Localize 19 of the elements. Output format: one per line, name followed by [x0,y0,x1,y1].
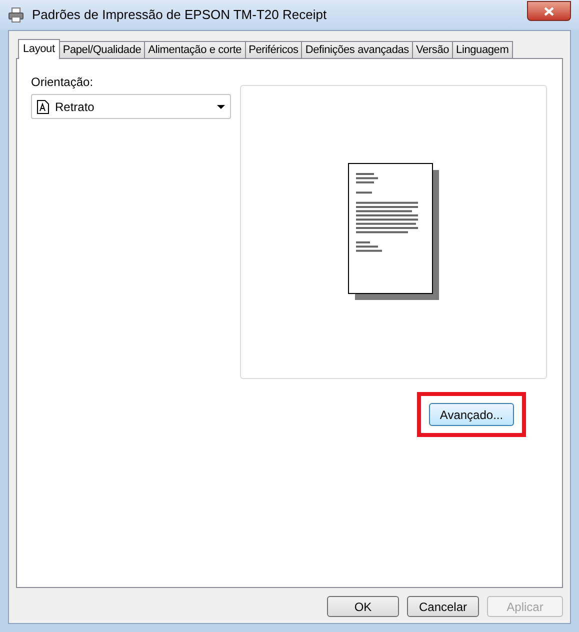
dialog-button[interactable]: OK [327,596,399,617]
dropdown-value: Retrato [55,98,96,116]
tab[interactable]: Versão [412,41,454,58]
tab[interactable]: Alimentação e corte [144,41,246,58]
printer-icon [8,7,24,23]
tab[interactable]: Linguagem [452,41,513,58]
dialog-button[interactable]: Cancelar [407,596,479,617]
dropdown-arrow-icon [217,104,225,108]
window-title: Padrões de Impressão de EPSON TM-T20 Receipt [32,6,328,24]
orientation-label: Orientação: [31,74,94,91]
advanced-button[interactable]: Avançado... [429,403,514,426]
tab[interactable]: Periféricos [244,41,302,58]
document-icon [37,100,49,114]
tab[interactable]: Layout [18,39,60,59]
close-button[interactable] [527,1,571,21]
tab[interactable]: Definições avançadas [301,41,413,58]
orientation-dropdown[interactable]: Retrato [31,94,231,119]
close-icon [544,6,554,16]
tab[interactable]: Papel/Qualidade [58,41,146,58]
